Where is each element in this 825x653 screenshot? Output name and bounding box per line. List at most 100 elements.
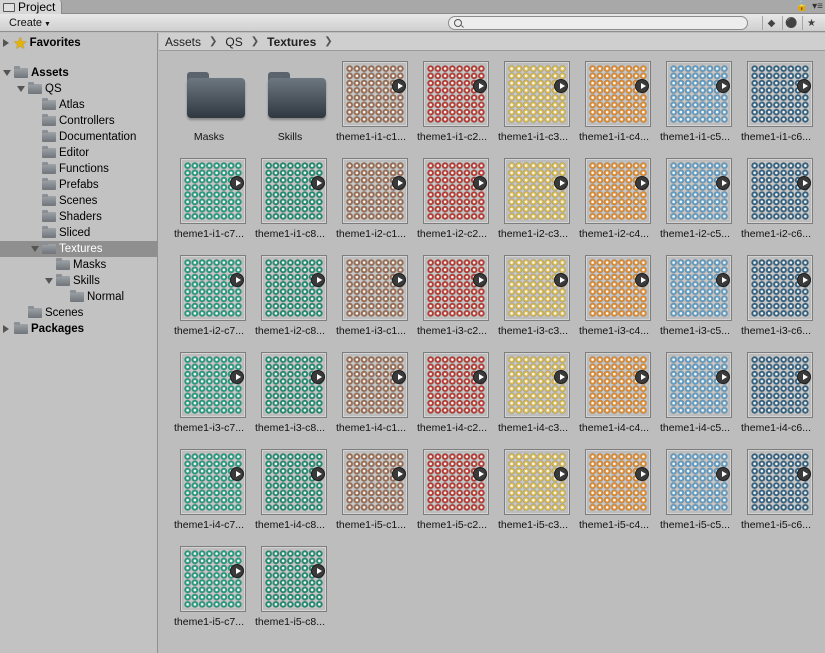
- asset-texture[interactable]: theme1-i2-c2...: [412, 149, 492, 243]
- expand-subassets-icon[interactable]: [311, 176, 325, 190]
- expand-subassets-icon[interactable]: [797, 79, 811, 93]
- expand-subassets-icon[interactable]: [473, 79, 487, 93]
- asset-texture[interactable]: theme1-i5-c7...: [169, 537, 249, 631]
- expand-subassets-icon[interactable]: [311, 370, 325, 384]
- sidebar-item-sliced[interactable]: Sliced: [0, 225, 157, 241]
- expand-subassets-icon[interactable]: [635, 79, 649, 93]
- expand-subassets-icon[interactable]: [554, 176, 568, 190]
- expand-subassets-icon[interactable]: [230, 273, 244, 287]
- asset-texture[interactable]: theme1-i1-c5...: [655, 52, 735, 146]
- expand-subassets-icon[interactable]: [635, 467, 649, 481]
- expand-subassets-icon[interactable]: [554, 467, 568, 481]
- expand-down-icon[interactable]: [31, 246, 39, 252]
- asset-texture[interactable]: theme1-i5-c2...: [412, 440, 492, 534]
- expand-subassets-icon[interactable]: [230, 370, 244, 384]
- asset-texture[interactable]: theme1-i3-c2...: [412, 246, 492, 340]
- sidebar-item-atlas[interactable]: Atlas: [0, 97, 157, 113]
- expand-subassets-icon[interactable]: [230, 467, 244, 481]
- asset-texture[interactable]: theme1-i1-c1...: [331, 52, 411, 146]
- expand-subassets-icon[interactable]: [554, 79, 568, 93]
- sidebar-item-masks[interactable]: Masks: [0, 257, 157, 273]
- sidebar-item-scenes[interactable]: Scenes: [0, 305, 157, 321]
- expand-subassets-icon[interactable]: [230, 176, 244, 190]
- sidebar-item-functions[interactable]: Functions: [0, 161, 157, 177]
- expand-subassets-icon[interactable]: [716, 176, 730, 190]
- asset-texture[interactable]: theme1-i2-c5...: [655, 149, 735, 243]
- expand-subassets-icon[interactable]: [392, 370, 406, 384]
- asset-texture[interactable]: theme1-i1-c7...: [169, 149, 249, 243]
- create-button[interactable]: Create ▼: [4, 16, 56, 30]
- sidebar-item-editor[interactable]: Editor: [0, 145, 157, 161]
- sidebar-item-normal[interactable]: Normal: [0, 289, 157, 305]
- expand-subassets-icon[interactable]: [797, 467, 811, 481]
- tab-project[interactable]: Project: [0, 0, 62, 14]
- chevron-right-icon[interactable]: ❯: [251, 36, 259, 47]
- expand-subassets-icon[interactable]: [797, 273, 811, 287]
- expand-down-icon[interactable]: [17, 86, 25, 92]
- expand-subassets-icon[interactable]: [716, 467, 730, 481]
- expand-right-icon[interactable]: [3, 325, 9, 333]
- breadcrumb-item[interactable]: Assets: [165, 35, 201, 49]
- expand-subassets-icon[interactable]: [554, 273, 568, 287]
- expand-subassets-icon[interactable]: [716, 370, 730, 384]
- lock-icon[interactable]: 🔒: [796, 1, 808, 12]
- expand-down-icon[interactable]: [3, 70, 11, 76]
- expand-subassets-icon[interactable]: [554, 370, 568, 384]
- asset-texture[interactable]: theme1-i3-c4...: [574, 246, 654, 340]
- asset-texture[interactable]: theme1-i4-c3...: [493, 343, 573, 437]
- asset-texture[interactable]: theme1-i5-c8...: [250, 537, 330, 631]
- sidebar-item-documentation[interactable]: Documentation: [0, 129, 157, 145]
- breadcrumb-item[interactable]: QS: [225, 35, 242, 49]
- expand-subassets-icon[interactable]: [473, 467, 487, 481]
- asset-texture[interactable]: theme1-i4-c6...: [736, 343, 816, 437]
- expand-subassets-icon[interactable]: [716, 79, 730, 93]
- asset-texture[interactable]: theme1-i4-c7...: [169, 440, 249, 534]
- chevron-right-icon[interactable]: ❯: [209, 36, 217, 47]
- asset-texture[interactable]: theme1-i1-c3...: [493, 52, 573, 146]
- expand-subassets-icon[interactable]: [473, 370, 487, 384]
- asset-texture[interactable]: theme1-i3-c5...: [655, 246, 735, 340]
- asset-texture[interactable]: theme1-i4-c2...: [412, 343, 492, 437]
- asset-texture[interactable]: theme1-i2-c1...: [331, 149, 411, 243]
- asset-texture[interactable]: theme1-i2-c3...: [493, 149, 573, 243]
- expand-subassets-icon[interactable]: [230, 564, 244, 578]
- asset-texture[interactable]: theme1-i1-c4...: [574, 52, 654, 146]
- sidebar-item-assets[interactable]: Assets: [0, 65, 157, 81]
- asset-texture[interactable]: theme1-i2-c4...: [574, 149, 654, 243]
- sidebar-item-controllers[interactable]: Controllers: [0, 113, 157, 129]
- favorite-star-icon[interactable]: ★: [802, 16, 820, 30]
- sidebar-item-shaders[interactable]: Shaders: [0, 209, 157, 225]
- sidebar-item-favorites[interactable]: ★ Favorites: [0, 35, 157, 51]
- asset-texture[interactable]: theme1-i3-c1...: [331, 246, 411, 340]
- filter-by-label-icon[interactable]: ⚫: [782, 16, 800, 30]
- asset-texture[interactable]: theme1-i2-c7...: [169, 246, 249, 340]
- asset-texture[interactable]: theme1-i3-c6...: [736, 246, 816, 340]
- expand-subassets-icon[interactable]: [311, 564, 325, 578]
- expand-subassets-icon[interactable]: [635, 273, 649, 287]
- search-input[interactable]: [448, 16, 748, 30]
- window-menu-icon[interactable]: ▾≡: [812, 1, 823, 12]
- asset-texture[interactable]: theme1-i5-c5...: [655, 440, 735, 534]
- asset-folder[interactable]: Skills: [250, 52, 330, 146]
- expand-right-icon[interactable]: [3, 39, 9, 47]
- expand-subassets-icon[interactable]: [311, 273, 325, 287]
- asset-texture[interactable]: theme1-i1-c8...: [250, 149, 330, 243]
- sidebar-item-skills[interactable]: Skills: [0, 273, 157, 289]
- expand-subassets-icon[interactable]: [392, 273, 406, 287]
- expand-subassets-icon[interactable]: [392, 176, 406, 190]
- sidebar-item-scenes[interactable]: Scenes: [0, 193, 157, 209]
- sidebar-item-textures[interactable]: Textures: [0, 241, 157, 257]
- asset-texture[interactable]: theme1-i4-c8...: [250, 440, 330, 534]
- expand-subassets-icon[interactable]: [311, 467, 325, 481]
- asset-texture[interactable]: theme1-i4-c1...: [331, 343, 411, 437]
- asset-texture[interactable]: theme1-i5-c3...: [493, 440, 573, 534]
- asset-texture[interactable]: theme1-i5-c1...: [331, 440, 411, 534]
- expand-subassets-icon[interactable]: [473, 273, 487, 287]
- expand-subassets-icon[interactable]: [392, 467, 406, 481]
- asset-texture[interactable]: theme1-i3-c3...: [493, 246, 573, 340]
- expand-subassets-icon[interactable]: [392, 79, 406, 93]
- asset-texture[interactable]: theme1-i4-c4...: [574, 343, 654, 437]
- asset-texture[interactable]: theme1-i2-c6...: [736, 149, 816, 243]
- sidebar-item-qs[interactable]: QS: [0, 81, 157, 97]
- asset-texture[interactable]: theme1-i4-c5...: [655, 343, 735, 437]
